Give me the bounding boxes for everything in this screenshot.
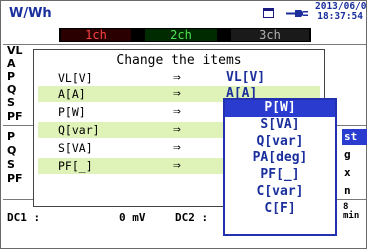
arrow-icon: ⇒	[173, 140, 181, 155]
channel-3-tab[interactable]: 3ch	[231, 29, 309, 41]
item-from: Q[var]	[58, 123, 100, 137]
item-from: S[VA]	[58, 141, 93, 155]
mode-title: W/Wh	[9, 6, 52, 21]
option-pf[interactable]: PF[_]	[225, 167, 335, 184]
option-pa-deg[interactable]: PA[deg]	[225, 150, 335, 167]
item-select-dropdown[interactable]: P[W] S[VA] Q[var] PA[deg] PF[_] C[var] C…	[223, 98, 337, 236]
item-to: VL[V]	[226, 70, 266, 85]
right-label-2: g	[344, 148, 351, 161]
option-p-w[interactable]: P[W]	[225, 100, 335, 117]
row-label-s: S	[7, 96, 15, 109]
row-label-vl: VL	[7, 44, 23, 57]
item-from: P[W]	[58, 105, 86, 119]
dc2-label: DC2 :	[175, 211, 209, 224]
item-from: VL[V]	[58, 71, 93, 85]
option-c-var[interactable]: C[var]	[225, 184, 335, 201]
right-label-1: st	[342, 129, 367, 145]
interval-readout: 8 min	[343, 203, 359, 221]
option-q-var[interactable]: Q[var]	[225, 134, 335, 151]
sd-card-icon	[263, 8, 274, 18]
channel-bar: 1ch 2ch 3ch	[59, 28, 311, 42]
item-row[interactable]: VL[V] ⇒ VL[V]	[38, 70, 320, 86]
row-label-pf2: PF	[7, 172, 23, 185]
meter-screen: W/Wh 2013/06/05 18:37:54 1ch 2ch 3ch VL …	[0, 0, 367, 249]
item-from: A[A]	[58, 87, 86, 101]
row-label-q: Q	[7, 83, 17, 96]
arrow-icon: ⇒	[173, 70, 181, 85]
arrow-icon: ⇒	[173, 158, 181, 173]
datetime: 2013/06/05 18:37:54	[315, 2, 367, 22]
channel-2-tab[interactable]: 2ch	[145, 29, 217, 41]
dialog-title: Change the items	[116, 53, 242, 68]
row-label-pf: PF	[7, 110, 23, 123]
arrow-icon: ⇒	[173, 122, 181, 137]
right-label-3: x	[344, 166, 351, 179]
row-label-s2: S	[7, 158, 15, 171]
power-plug-icon	[286, 10, 308, 17]
channel-1-tab[interactable]: 1ch	[61, 29, 131, 41]
row-label-p2: P	[7, 130, 16, 143]
dc1-value: 0 mV	[119, 211, 146, 224]
time-text: 18:37:54	[317, 11, 363, 22]
arrow-icon: ⇒	[173, 86, 181, 101]
row-label-p: P	[7, 70, 16, 83]
option-s-va[interactable]: S[VA]	[225, 117, 335, 134]
row-label-q2: Q	[7, 144, 17, 157]
option-c-f[interactable]: C[F]	[225, 201, 335, 218]
interval-unit: min	[343, 211, 360, 221]
arrow-icon: ⇒	[173, 104, 181, 119]
item-from: PF[_]	[58, 159, 93, 173]
row-label-a: A	[7, 57, 16, 70]
divider	[3, 44, 366, 45]
right-label-4: n	[344, 184, 351, 197]
dc1-label: DC1 :	[7, 211, 41, 224]
